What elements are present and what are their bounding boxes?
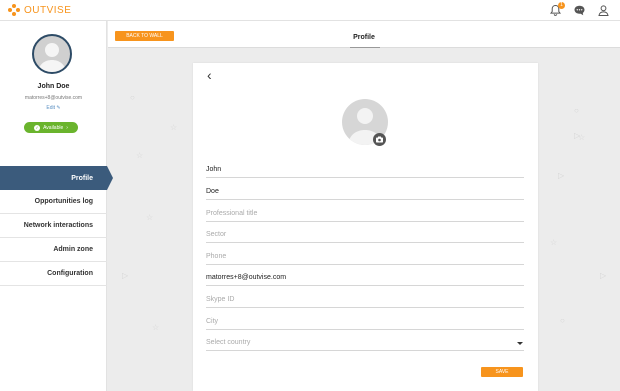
last-name-field[interactable]: Doe (206, 186, 524, 200)
city-field[interactable]: City (206, 316, 524, 330)
back-arrow-icon[interactable]: ‹ (207, 67, 212, 83)
deco-triangle-icon: ▷ (574, 131, 581, 140)
sidebar-menu: Profile Opportunities log Network intera… (0, 166, 113, 286)
notification-count-badge: 1 (558, 2, 565, 9)
deco-circle-icon: ○ (560, 316, 565, 325)
skype-id-field[interactable]: Skype ID (206, 294, 524, 308)
first-name-field[interactable]: John (206, 164, 524, 178)
save-button[interactable]: SAVE (481, 367, 523, 377)
page-title: Profile (353, 34, 375, 41)
logo-text: OUTVISE (24, 4, 72, 16)
deco-star-icon: ☆ (136, 151, 144, 160)
dropdown-caret-icon (517, 342, 523, 345)
email-field[interactable]: matorres+8@outvise.com (206, 272, 524, 286)
chevron-right-icon: › (66, 124, 68, 131)
deco-circle-icon: ○ (130, 93, 135, 102)
user-account-icon[interactable] (597, 4, 610, 17)
sidebar-item-opportunities-log[interactable]: Opportunities log (0, 190, 107, 214)
deco-star-icon: ☆ (146, 213, 154, 222)
deco-triangle-icon: ▷ (600, 271, 607, 280)
sidebar-item-network-interactions[interactable]: Network interactions (0, 214, 107, 238)
availability-status-button[interactable]: ✓ Available › (24, 122, 78, 133)
sector-field[interactable]: Sector (206, 229, 524, 243)
user-avatar[interactable] (32, 34, 72, 74)
logo-mark-icon (8, 4, 20, 16)
main-content: BACK TO WALL Profile ○ ☆ ☆ ☆ ▷ ☆ ○ ☆ ▷ ▷… (108, 21, 620, 391)
deco-triangle-icon: ▷ (558, 171, 565, 180)
sidebar-item-admin-zone[interactable]: Admin zone (0, 238, 107, 262)
deco-circle-icon: ○ (574, 106, 579, 115)
deco-star-icon: ☆ (152, 323, 160, 332)
check-icon: ✓ (34, 124, 41, 131)
deco-star-icon: ☆ (550, 238, 558, 247)
user-email: matorres+8@outvise.com (24, 95, 83, 101)
title-underline (350, 47, 380, 48)
top-bar: OUTVISE 1 (0, 0, 620, 21)
sub-header: BACK TO WALL Profile (108, 21, 620, 48)
sidebar-item-profile[interactable]: Profile (0, 166, 113, 190)
sidebar: John Doe matorres+8@outvise.com Edit ✎ ✓… (0, 21, 113, 391)
deco-star-icon: ☆ (170, 123, 178, 132)
country-select-placeholder: Select country (206, 339, 251, 346)
edit-link-label: Edit (46, 105, 56, 111)
edit-profile-link[interactable]: Edit ✎ (0, 105, 107, 111)
availability-label: Available (43, 124, 64, 131)
professional-title-field[interactable]: Professional title (206, 208, 524, 222)
outvise-logo[interactable]: OUTVISE (8, 4, 71, 16)
user-name: John Doe (37, 83, 70, 90)
deco-triangle-icon: ▷ (122, 271, 129, 280)
camera-icon[interactable] (373, 133, 386, 146)
chat-bubble-icon[interactable] (573, 4, 586, 17)
sidebar-item-configuration[interactable]: Configuration (0, 262, 107, 286)
notifications-bell-icon[interactable]: 1 (549, 2, 565, 17)
profile-form-card: ‹ John Doe Professional title Sector Pho… (193, 63, 538, 391)
country-select[interactable]: Select country (206, 337, 524, 351)
phone-field[interactable]: Phone (206, 251, 524, 265)
pencil-icon: ✎ (56, 105, 61, 111)
